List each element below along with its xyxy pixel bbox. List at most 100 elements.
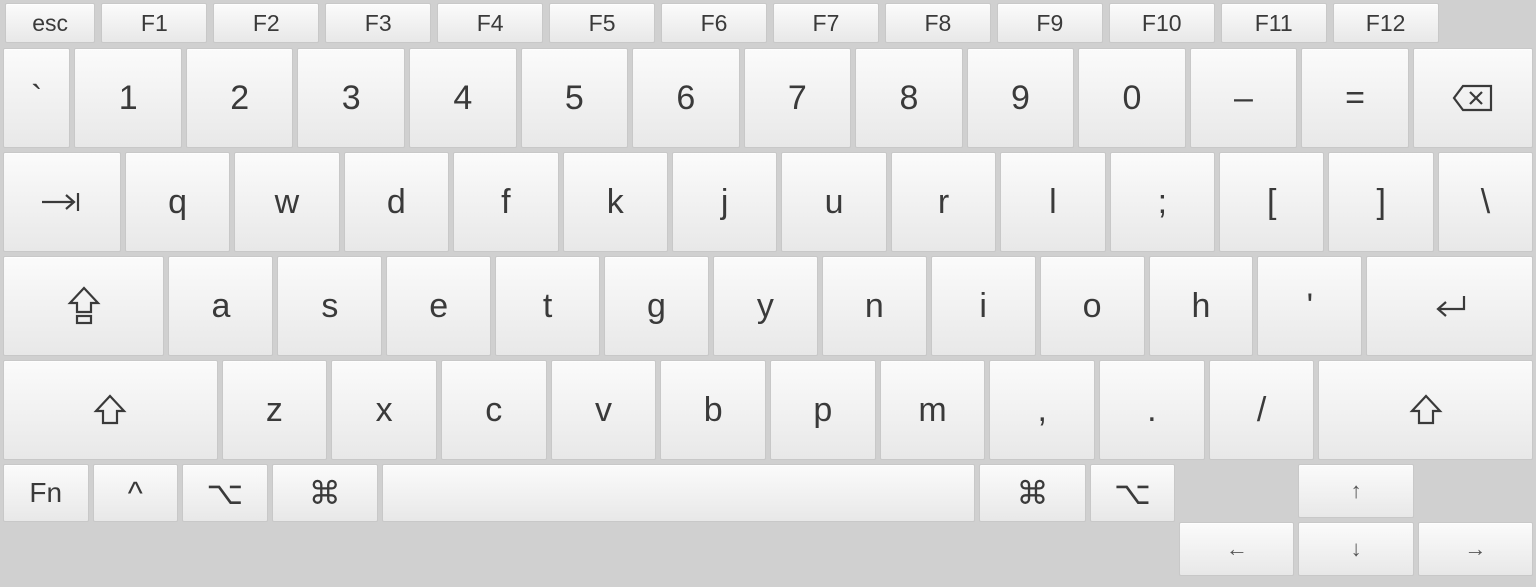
qwerty-row-3: z x c v b p m , . / bbox=[0, 358, 1536, 462]
key-o[interactable]: o bbox=[1040, 256, 1145, 356]
key-z[interactable]: z bbox=[222, 360, 328, 460]
key-v[interactable]: v bbox=[551, 360, 657, 460]
key-1[interactable]: 1 bbox=[74, 48, 182, 148]
qwerty-row-1: q w d f k j u r l ; [ ] \ bbox=[0, 150, 1536, 254]
key-a[interactable]: a bbox=[168, 256, 273, 356]
key-c[interactable]: c bbox=[441, 360, 547, 460]
key-option-left[interactable]: ⌥ bbox=[182, 464, 268, 522]
key-enter[interactable] bbox=[1366, 256, 1533, 356]
arrow-key-cluster: ↑ ← ↓ → bbox=[1179, 464, 1533, 576]
key-backslash[interactable]: \ bbox=[1438, 152, 1533, 252]
key-f6[interactable]: F6 bbox=[661, 3, 767, 43]
command-icon: ⌘ bbox=[309, 474, 341, 512]
arrow-left-icon: ← bbox=[1226, 536, 1248, 562]
key-y[interactable]: y bbox=[713, 256, 818, 356]
arrow-up-icon: ↑ bbox=[1351, 478, 1362, 504]
key-w[interactable]: w bbox=[234, 152, 339, 252]
key-space[interactable] bbox=[382, 464, 975, 522]
option-icon: ⌥ bbox=[206, 474, 243, 512]
key-capslock[interactable] bbox=[3, 256, 164, 356]
key-backspace[interactable] bbox=[1413, 48, 1533, 148]
return-icon bbox=[1428, 291, 1472, 321]
arrow-right-icon: → bbox=[1464, 536, 1486, 562]
key-f11[interactable]: F11 bbox=[1221, 3, 1327, 43]
key-g[interactable]: g bbox=[604, 256, 709, 356]
key-arrow-left[interactable]: ← bbox=[1179, 522, 1294, 576]
key-f5[interactable]: F5 bbox=[549, 3, 655, 43]
key-f9[interactable]: F9 bbox=[997, 3, 1103, 43]
key-arrow-up[interactable]: ↑ bbox=[1298, 464, 1415, 518]
key-i[interactable]: i bbox=[931, 256, 1036, 356]
key-bracket-right[interactable]: ] bbox=[1328, 152, 1433, 252]
key-2[interactable]: 2 bbox=[186, 48, 294, 148]
key-arrow-right[interactable]: → bbox=[1418, 522, 1533, 576]
modifier-row: Fn ^ ⌥ ⌘ ⌘ ⌥ ↑ ← ↓ → bbox=[0, 462, 1536, 579]
tab-icon bbox=[38, 190, 86, 214]
key-equals[interactable]: = bbox=[1301, 48, 1409, 148]
on-screen-keyboard: esc F1 F2 F3 F4 F5 F6 F7 F8 F9 F10 F11 F… bbox=[0, 0, 1536, 587]
key-minus[interactable]: – bbox=[1190, 48, 1298, 148]
key-n[interactable]: n bbox=[822, 256, 927, 356]
key-bracket-left[interactable]: [ bbox=[1219, 152, 1324, 252]
key-backtick[interactable]: ` bbox=[3, 48, 70, 148]
key-8[interactable]: 8 bbox=[855, 48, 963, 148]
qwerty-row-2: a s e t g y n i o h ' bbox=[0, 254, 1536, 358]
number-row: ` 1 2 3 4 5 6 7 8 9 0 – = bbox=[0, 46, 1536, 150]
key-command-right[interactable]: ⌘ bbox=[979, 464, 1085, 522]
key-d[interactable]: d bbox=[344, 152, 449, 252]
key-escape[interactable]: esc bbox=[5, 3, 95, 43]
key-f1[interactable]: F1 bbox=[101, 3, 207, 43]
key-s[interactable]: s bbox=[277, 256, 382, 356]
key-arrow-down[interactable]: ↓ bbox=[1298, 522, 1413, 576]
key-b[interactable]: b bbox=[660, 360, 766, 460]
key-period[interactable]: . bbox=[1099, 360, 1205, 460]
key-t[interactable]: t bbox=[495, 256, 600, 356]
backspace-icon bbox=[1451, 83, 1495, 113]
key-0[interactable]: 0 bbox=[1078, 48, 1186, 148]
key-command-left[interactable]: ⌘ bbox=[272, 464, 378, 522]
arrow-cluster-spacer bbox=[1418, 464, 1533, 518]
key-p[interactable]: p bbox=[770, 360, 876, 460]
key-3[interactable]: 3 bbox=[297, 48, 405, 148]
key-4[interactable]: 4 bbox=[409, 48, 517, 148]
key-f7[interactable]: F7 bbox=[773, 3, 879, 43]
key-f10[interactable]: F10 bbox=[1109, 3, 1215, 43]
key-h[interactable]: h bbox=[1149, 256, 1254, 356]
key-6[interactable]: 6 bbox=[632, 48, 740, 148]
key-tab[interactable] bbox=[3, 152, 121, 252]
key-shift-left[interactable] bbox=[3, 360, 218, 460]
key-apostrophe[interactable]: ' bbox=[1257, 256, 1362, 356]
key-5[interactable]: 5 bbox=[521, 48, 629, 148]
arrow-cluster-spacer bbox=[1179, 464, 1294, 518]
fn-row-spacer bbox=[1445, 3, 1533, 43]
key-u[interactable]: u bbox=[781, 152, 886, 252]
function-row: esc F1 F2 F3 F4 F5 F6 F7 F8 F9 F10 F11 F… bbox=[0, 0, 1536, 46]
shift-icon bbox=[92, 392, 128, 428]
key-option-right[interactable]: ⌥ bbox=[1090, 464, 1176, 522]
key-7[interactable]: 7 bbox=[744, 48, 852, 148]
key-m[interactable]: m bbox=[880, 360, 986, 460]
key-e[interactable]: e bbox=[386, 256, 491, 356]
key-j[interactable]: j bbox=[672, 152, 777, 252]
key-l[interactable]: l bbox=[1000, 152, 1105, 252]
key-semicolon[interactable]: ; bbox=[1110, 152, 1215, 252]
key-slash[interactable]: / bbox=[1209, 360, 1315, 460]
key-control[interactable]: ^ bbox=[93, 464, 179, 522]
key-f8[interactable]: F8 bbox=[885, 3, 991, 43]
arrow-down-icon: ↓ bbox=[1351, 536, 1362, 562]
key-f3[interactable]: F3 bbox=[325, 3, 431, 43]
key-k[interactable]: k bbox=[563, 152, 668, 252]
key-f[interactable]: f bbox=[453, 152, 558, 252]
key-r[interactable]: r bbox=[891, 152, 996, 252]
key-fn[interactable]: Fn bbox=[3, 464, 89, 522]
key-q[interactable]: q bbox=[125, 152, 230, 252]
shift-icon bbox=[1408, 392, 1444, 428]
key-9[interactable]: 9 bbox=[967, 48, 1075, 148]
key-f12[interactable]: F12 bbox=[1333, 3, 1439, 43]
key-comma[interactable]: , bbox=[989, 360, 1095, 460]
key-x[interactable]: x bbox=[331, 360, 437, 460]
capslock-icon bbox=[66, 285, 102, 327]
key-f2[interactable]: F2 bbox=[213, 3, 319, 43]
key-shift-right[interactable] bbox=[1318, 360, 1533, 460]
key-f4[interactable]: F4 bbox=[437, 3, 543, 43]
